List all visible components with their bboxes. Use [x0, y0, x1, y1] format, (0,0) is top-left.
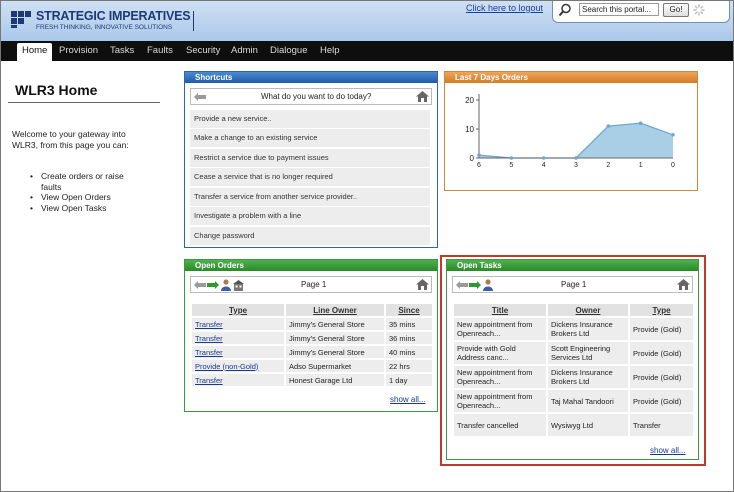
table-cell: Honest Garage Ltd [286, 374, 384, 386]
table-row: Transfer Jimmy's General Store 40 mins [192, 346, 432, 358]
nav-help[interactable]: Help [320, 45, 340, 56]
order-type-link[interactable]: Transfer [195, 348, 223, 357]
building-icon[interactable] [233, 279, 244, 291]
order-type-link[interactable]: Transfer [195, 334, 223, 343]
chart-point [606, 124, 611, 128]
back-arrow-icon[interactable] [194, 93, 206, 101]
table-cell: 1 day [386, 374, 432, 386]
table-cell: 40 mins [386, 346, 432, 358]
order-type-link[interactable]: Provide (non-Gold) [195, 362, 258, 371]
chart-point [638, 121, 643, 125]
search-bar: Go! [552, 1, 730, 23]
table-cell: 36 mins [386, 332, 432, 344]
nav-tasks[interactable]: Tasks [110, 45, 134, 56]
shortcut-restrict[interactable]: Restrict a service due to payment issues [190, 149, 430, 167]
table-cell: 22 hrs [386, 360, 432, 372]
shortcut-cease[interactable]: Cease a service that is no longer requir… [190, 168, 430, 186]
forward-arrow-icon[interactable] [207, 281, 219, 289]
nav-faults[interactable]: Faults [147, 45, 173, 56]
table-cell: Jimmy's General Store [286, 318, 384, 330]
page-indicator: Page 1 [301, 280, 327, 289]
table-cell: Jimmy's General Store [286, 332, 384, 344]
logout-link[interactable]: Click here to logout [466, 3, 543, 13]
nav-dialogue[interactable]: Dialogue [270, 45, 308, 56]
shortcut-change-password[interactable]: Change password [190, 227, 430, 245]
welcome-list: Create orders or raise faults View Open … [30, 171, 140, 213]
welcome-text: Welcome to your gateway into WLR3, from … [12, 129, 129, 150]
chart-x-tick-label: 5 [509, 162, 513, 169]
orders-toolbar: Page 1 [190, 276, 432, 293]
chart-x-tick-label: 1 [639, 162, 643, 169]
chart-x-tick-label: 3 [574, 162, 578, 169]
nav-admin[interactable]: Admin [231, 45, 258, 56]
chart-y-tick-label: 0 [470, 154, 475, 163]
search-input[interactable] [579, 3, 659, 16]
header-divider [193, 11, 194, 31]
brand-tagline: FRESH THINKING, INNOVATIVE SOLUTIONS [36, 24, 173, 31]
header: STRATEGIC IMPERATIVES FRESH THINKING, IN… [1, 1, 733, 41]
shortcut-change-service[interactable]: Make a change to an existing service [190, 129, 430, 147]
order-type-link[interactable]: Transfer [195, 320, 223, 329]
open-orders-panel: Open Orders Page 1 Type Line Owner Since… [184, 259, 438, 412]
column-header-since[interactable]: Since [386, 304, 432, 316]
brand-name: STRATEGIC IMPERATIVES [36, 9, 191, 23]
chart-point [541, 156, 546, 160]
nav-provision[interactable]: Provision [59, 45, 98, 56]
home-icon[interactable] [416, 91, 429, 102]
nav-security[interactable]: Security [186, 45, 220, 56]
chart-point [671, 133, 675, 137]
chart-y-tick-label: 20 [465, 96, 474, 105]
chart-x-tick-label: 6 [477, 162, 481, 169]
chart-point [509, 156, 514, 160]
show-all-orders-link[interactable]: show all... [390, 395, 426, 404]
shortcuts-toolbar: What do you want to do today? [190, 88, 432, 105]
shortcuts-panel: Shortcuts What do you want to do today? … [184, 71, 438, 248]
table-cell: Jimmy's General Store [286, 346, 384, 358]
list-item: Create orders or raise faults [30, 171, 140, 192]
table-row: Transfer Jimmy's General Store 35 mins [192, 318, 432, 330]
list-item: View Open Orders [30, 192, 140, 203]
home-icon[interactable] [416, 279, 429, 290]
title-divider [8, 102, 160, 103]
column-header-type[interactable]: Type [192, 304, 284, 316]
chart-area [479, 123, 673, 158]
panel-header: Shortcuts [185, 72, 437, 83]
order-type-link[interactable]: Transfer [195, 376, 223, 385]
column-header-line-owner[interactable]: Line Owner [286, 304, 384, 316]
shortcuts-prompt: What do you want to do today? [261, 92, 372, 101]
table-cell: 35 mins [386, 318, 432, 330]
page-title: WLR3 Home [15, 82, 98, 98]
logo-mark-icon [11, 11, 33, 28]
chart-point [477, 153, 481, 157]
main-nav: Home Provision Tasks Faults Security Adm… [1, 41, 733, 61]
shortcut-provide[interactable]: Provide a new service.. [190, 110, 430, 128]
panel-header: Last 7 Days Orders [445, 72, 697, 83]
chart-point [574, 156, 578, 160]
shortcut-transfer[interactable]: Transfer a service from another service … [190, 188, 430, 206]
go-button[interactable]: Go! [663, 3, 689, 17]
user-icon[interactable] [221, 279, 231, 291]
search-icon [558, 3, 571, 17]
open-orders-table: Type Line Owner Since Transfer Jimmy's G… [190, 302, 434, 388]
table-row: Transfer Jimmy's General Store 36 mins [192, 332, 432, 344]
table-cell: Adso Supermarket [286, 360, 384, 372]
chart-x-tick-label: 4 [542, 162, 546, 169]
chart-x-tick-label: 0 [671, 162, 675, 169]
panel-header: Open Orders [185, 260, 437, 271]
highlight-box [440, 255, 706, 466]
loading-spinner-icon [693, 4, 705, 16]
table-row: Provide (non-Gold) Adso Supermarket 22 h… [192, 360, 432, 372]
nav-home[interactable]: Home [17, 43, 53, 61]
list-item: View Open Tasks [30, 203, 140, 214]
chart-y-tick-label: 10 [465, 125, 474, 134]
orders-chart-panel: Last 7 Days Orders 0 10 20 6 5 4 3 2 1 0 [444, 71, 698, 191]
shortcut-investigate[interactable]: Investigate a problem with a line [190, 207, 430, 225]
chart-x-tick-label: 2 [606, 162, 610, 169]
orders-area-chart: 010206 5 4 3 2 1 0 [465, 94, 675, 169]
brand-logo[interactable]: STRATEGIC IMPERATIVES FRESH THINKING, IN… [11, 9, 196, 33]
table-row: Transfer Honest Garage Ltd 1 day [192, 374, 432, 386]
back-arrow-icon[interactable] [194, 281, 206, 289]
